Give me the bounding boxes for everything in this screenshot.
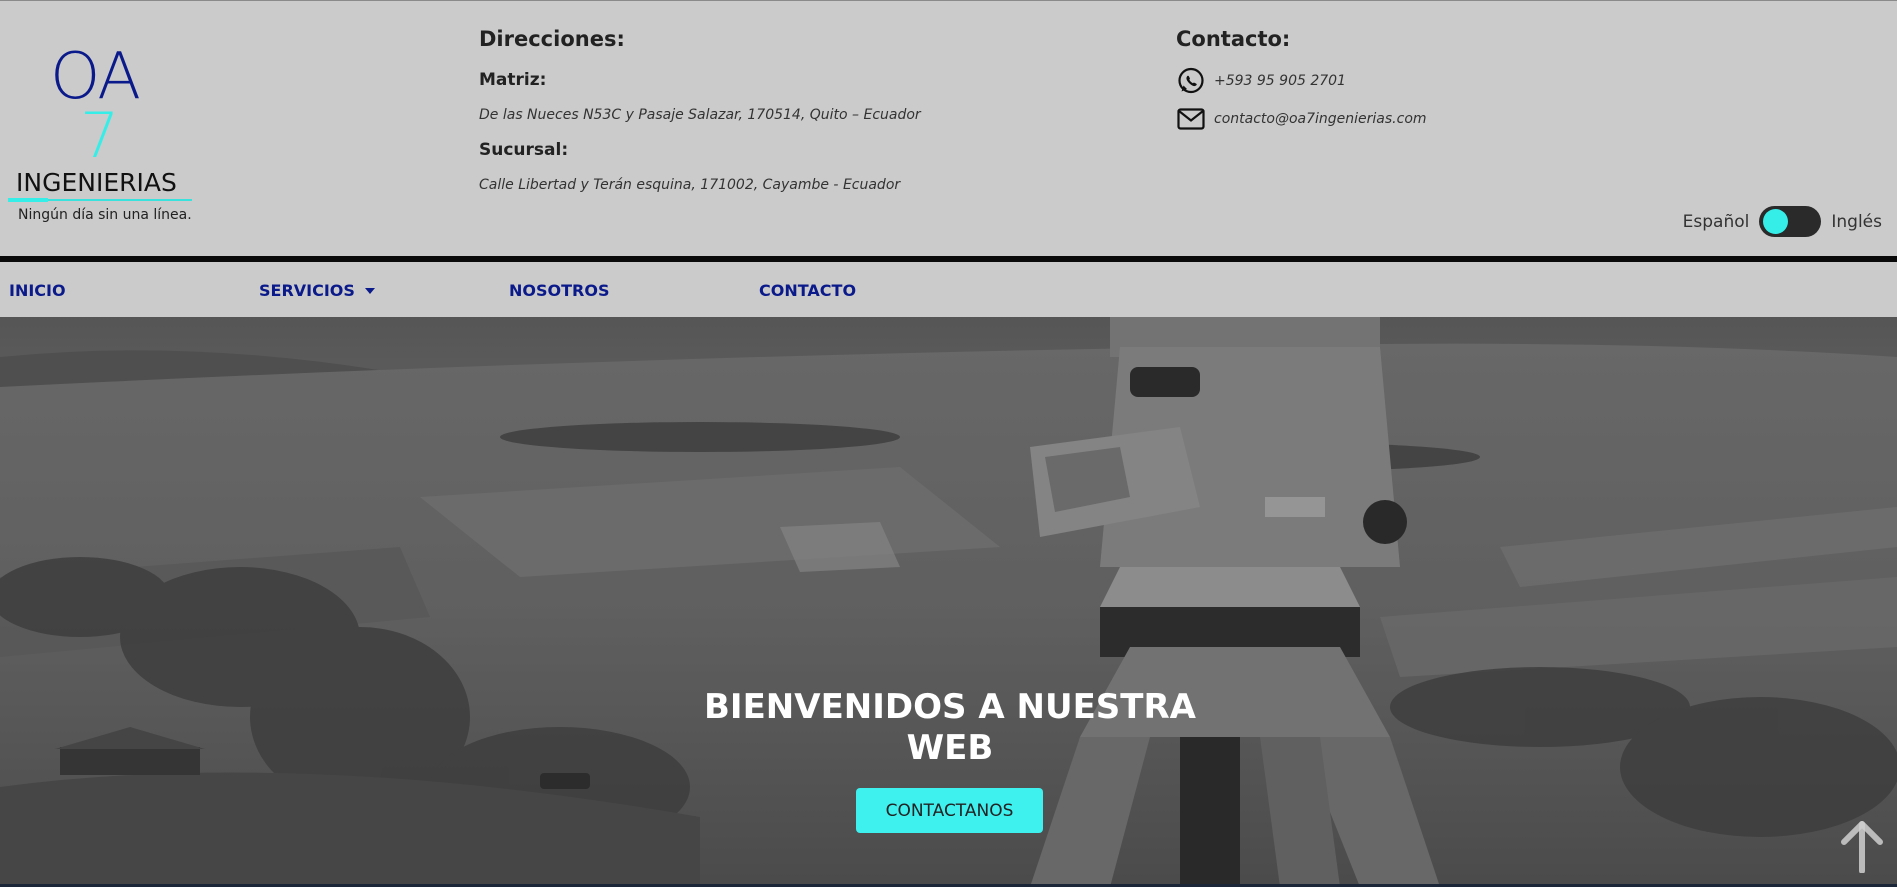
contact-email: contacto@oa7ingenierias.com bbox=[1214, 111, 1427, 127]
contact-us-button[interactable]: CONTACTANOS bbox=[856, 788, 1043, 833]
envelope-icon bbox=[1176, 104, 1206, 134]
logo-underline bbox=[8, 198, 192, 202]
language-english-label: Inglés bbox=[1831, 211, 1882, 232]
nav-item-label: NOSOTROS bbox=[509, 281, 610, 300]
hero-title-line2: WEB bbox=[906, 728, 994, 768]
nav-item-servicios[interactable]: SERVICIOS bbox=[259, 281, 375, 300]
matriz-address: De las Nueces N53C y Pasaje Salazar, 170… bbox=[479, 107, 921, 123]
language-toggle-knob bbox=[1763, 209, 1789, 234]
contact-phone: +593 95 905 2701 bbox=[1214, 73, 1346, 89]
matriz-label: Matriz: bbox=[479, 70, 547, 90]
site-header: OA 7 INGENIERIAS Ningún día sin una líne… bbox=[0, 1, 1897, 257]
company-logo[interactable]: OA 7 INGENIERIAS Ningún día sin una líne… bbox=[8, 45, 194, 231]
nav-item-label: SERVICIOS bbox=[259, 281, 355, 300]
contact-title: Contacto: bbox=[1176, 27, 1291, 51]
nav-item-label: CONTACTO bbox=[759, 281, 857, 300]
sucursal-label: Sucursal: bbox=[479, 140, 569, 160]
contact-email-row[interactable]: contacto@oa7ingenierias.com bbox=[1176, 104, 1427, 134]
arrow-up-icon[interactable] bbox=[1839, 821, 1885, 874]
whatsapp-icon bbox=[1176, 66, 1206, 96]
addresses-title: Direcciones: bbox=[479, 27, 625, 51]
language-spanish-label: Español bbox=[1682, 211, 1750, 232]
logo-company-name: INGENIERIAS bbox=[16, 168, 177, 197]
language-switcher: Español Inglés bbox=[1683, 206, 1882, 237]
nav-item-inicio[interactable]: INICIO bbox=[9, 281, 66, 300]
main-nav: INICIO SERVICIOS NOSOTROS CONTACTO bbox=[0, 262, 1897, 317]
hero-title-line1: BIENVENIDOS A NUESTRA bbox=[704, 687, 1196, 727]
contact-phone-row[interactable]: +593 95 905 2701 bbox=[1176, 66, 1346, 96]
nav-item-label: INICIO bbox=[9, 281, 66, 300]
logo-tagline: Ningún día sin una línea. bbox=[18, 207, 192, 223]
sucursal-address: Calle Libertad y Terán esquina, 171002, … bbox=[479, 177, 901, 193]
hero-banner: BIENVENIDOS A NUESTRA WEB CONTACTANOS bbox=[0, 317, 1897, 887]
language-toggle[interactable] bbox=[1759, 206, 1822, 237]
nav-item-contacto[interactable]: CONTACTO bbox=[759, 281, 856, 300]
caret-down-icon bbox=[364, 287, 375, 294]
nav-item-nosotros[interactable]: NOSOTROS bbox=[509, 281, 609, 300]
logo-seven-text: 7 bbox=[80, 99, 120, 172]
hero-title: BIENVENIDOS A NUESTRA WEB bbox=[700, 687, 1200, 769]
